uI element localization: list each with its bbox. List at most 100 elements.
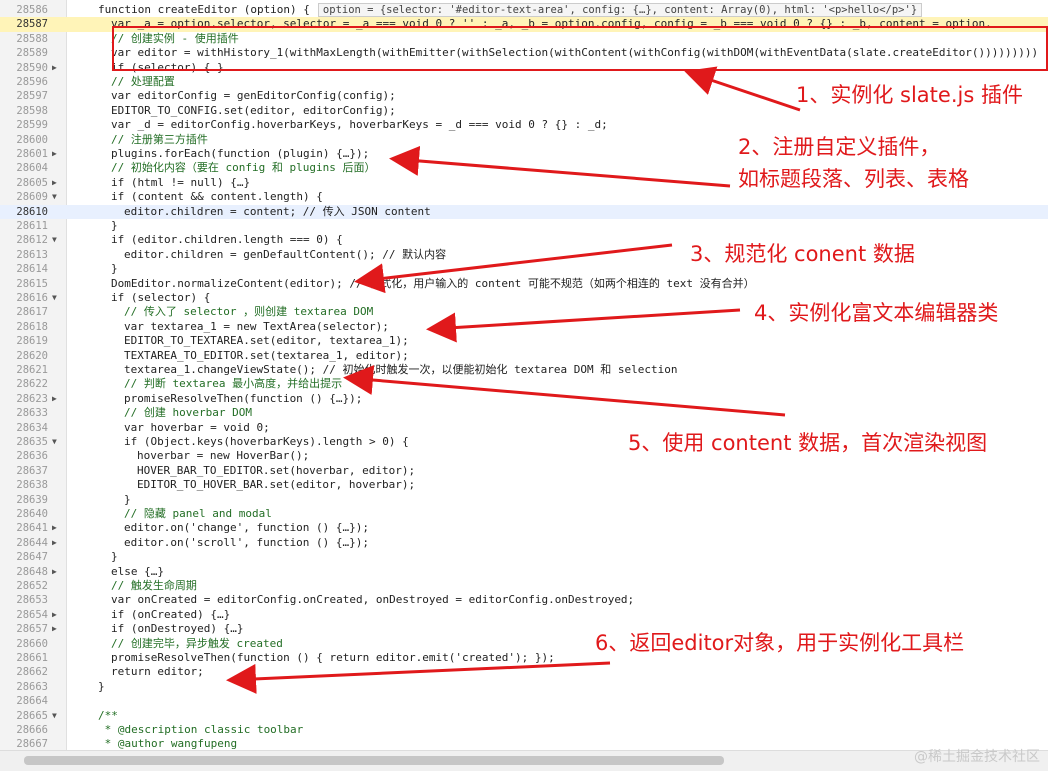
code-line[interactable]: 28617 // 传入了 selector ，则创建 textarea DOM xyxy=(0,305,1048,319)
code-line[interactable]: 28615 DomEditor.normalizeContent(editor);… xyxy=(0,277,1048,291)
code-line[interactable]: 28609 ▼ if (content && content.length) { xyxy=(0,190,1048,204)
collapse-fold-icon[interactable]: ▼ xyxy=(52,709,62,723)
line-number[interactable]: 28596 xyxy=(0,75,48,89)
line-number[interactable]: 28587 xyxy=(0,17,48,31)
line-number[interactable]: 28639 xyxy=(0,493,48,507)
code-line[interactable]: 28653 var onCreated = editorConfig.onCrea… xyxy=(0,593,1048,607)
code-line[interactable]: 28638 EDITOR_TO_HOVER_BAR.set(editor, hov… xyxy=(0,478,1048,492)
code-line[interactable]: 28623 ▶ promiseResolveThen(function () {…}… xyxy=(0,392,1048,406)
scrollbar-thumb[interactable] xyxy=(24,756,724,765)
line-number[interactable]: 28616 xyxy=(0,291,48,305)
code-line[interactable]: 28661 promiseResolveThen(function () { re… xyxy=(0,651,1048,665)
line-number[interactable]: 28615 xyxy=(0,277,48,291)
line-number[interactable]: 28619 xyxy=(0,334,48,348)
code-line[interactable]: 28587 var _a = option.selector, selector … xyxy=(0,17,1048,32)
line-number[interactable]: 28601 xyxy=(0,147,48,161)
expand-fold-icon[interactable]: ▶ xyxy=(52,392,62,406)
code-line[interactable]: 28647} xyxy=(0,550,1048,564)
code-line[interactable]: 28590 ▶ if (selector) {…} xyxy=(0,61,1048,75)
code-line[interactable]: 28612 ▼ if (editor.children.length === 0) … xyxy=(0,233,1048,247)
expand-fold-icon[interactable]: ▶ xyxy=(52,521,62,535)
code-line[interactable]: 28599 var _d = editorConfig.hoverbarKeys,… xyxy=(0,118,1048,132)
line-number[interactable]: 28640 xyxy=(0,507,48,521)
line-number[interactable]: 28590 xyxy=(0,61,48,75)
code-line[interactable]: 28614} xyxy=(0,262,1048,276)
expand-fold-icon[interactable]: ▶ xyxy=(52,147,62,161)
code-line[interactable]: 28622 // 判断 textarea 最小高度，并给出提示 xyxy=(0,377,1048,391)
line-number[interactable]: 28589 xyxy=(0,46,48,60)
code-line[interactable]: 28644 ▶ editor.on('scroll', function () {…… xyxy=(0,536,1048,550)
line-number[interactable]: 28621 xyxy=(0,363,48,377)
code-line[interactable]: 28598 EDITOR_TO_CONFIG.set(editor, editor… xyxy=(0,104,1048,118)
horizontal-scrollbar[interactable] xyxy=(0,750,1048,771)
code-line[interactable]: 28637 HOVER_BAR_TO_EDITOR.set(hoverbar, e… xyxy=(0,464,1048,478)
expand-fold-icon[interactable]: ▶ xyxy=(52,608,62,622)
line-number[interactable]: 28647 xyxy=(0,550,48,564)
line-number[interactable]: 28599 xyxy=(0,118,48,132)
line-number[interactable]: 28662 xyxy=(0,665,48,679)
code-line[interactable]: 28640 // 隐藏 panel and modal xyxy=(0,507,1048,521)
code-line[interactable]: 28620 TEXTAREA_TO_EDITOR.set(textarea_1, … xyxy=(0,349,1048,363)
code-line[interactable]: 28663} xyxy=(0,680,1048,694)
line-number[interactable]: 28613 xyxy=(0,248,48,262)
line-number[interactable]: 28623 xyxy=(0,392,48,406)
expand-fold-icon[interactable]: ▶ xyxy=(52,176,62,190)
code-line[interactable]: 28654 ▶ if (onCreated) {…} xyxy=(0,608,1048,622)
code-line[interactable]: 28667 * @author wangfupeng xyxy=(0,737,1048,750)
line-number[interactable]: 28665 xyxy=(0,709,48,723)
line-number[interactable]: 28652 xyxy=(0,579,48,593)
code-line[interactable]: 28662 return editor; xyxy=(0,665,1048,679)
code-line[interactable]: 28586 function createEditor (option) {opt… xyxy=(0,3,1048,17)
code-line[interactable]: 28604 // 初始化内容（要在 config 和 plugins 后面） xyxy=(0,161,1048,175)
code-line[interactable]: 28664 xyxy=(0,694,1048,708)
line-number[interactable]: 28657 xyxy=(0,622,48,636)
code-line[interactable]: 28613 editor.children = genDefaultContent… xyxy=(0,248,1048,262)
line-number[interactable]: 28620 xyxy=(0,349,48,363)
line-number[interactable]: 28604 xyxy=(0,161,48,175)
code-line[interactable]: 28635 ▼ if (Object.keys(hoverbarKeys).leng… xyxy=(0,435,1048,449)
code-line[interactable]: 28648 ▶ else {…} xyxy=(0,565,1048,579)
line-number[interactable]: 28611 xyxy=(0,219,48,233)
line-number[interactable]: 28610 xyxy=(0,205,48,219)
line-number[interactable]: 28641 xyxy=(0,521,48,535)
code-line[interactable]: 28596 // 处理配置 xyxy=(0,75,1048,89)
code-line[interactable]: 28605 ▶ if (html != null) {…} xyxy=(0,176,1048,190)
collapse-fold-icon[interactable]: ▼ xyxy=(52,190,62,204)
line-number[interactable]: 28634 xyxy=(0,421,48,435)
line-number[interactable]: 28663 xyxy=(0,680,48,694)
line-number[interactable]: 28638 xyxy=(0,478,48,492)
line-number[interactable]: 28612 xyxy=(0,233,48,247)
line-number[interactable]: 28605 xyxy=(0,176,48,190)
line-number[interactable]: 28622 xyxy=(0,377,48,391)
line-number[interactable]: 28586 xyxy=(0,3,48,17)
line-number[interactable]: 28635 xyxy=(0,435,48,449)
code-line[interactable]: 28619 EDITOR_TO_TEXTAREA.set(editor, text… xyxy=(0,334,1048,348)
code-line[interactable]: 28641 ▶ editor.on('change', function () {…… xyxy=(0,521,1048,535)
expand-fold-icon[interactable]: ▶ xyxy=(52,565,62,579)
line-number[interactable]: 28618 xyxy=(0,320,48,334)
line-number[interactable]: 28654 xyxy=(0,608,48,622)
line-number[interactable]: 28617 xyxy=(0,305,48,319)
line-number[interactable]: 28653 xyxy=(0,593,48,607)
code-line[interactable]: 28610 editor.children = content; // 传入 JS… xyxy=(0,204,1048,219)
line-number[interactable]: 28637 xyxy=(0,464,48,478)
code-line[interactable]: 28639} xyxy=(0,493,1048,507)
line-number[interactable]: 28588 xyxy=(0,32,48,46)
line-number[interactable]: 28648 xyxy=(0,565,48,579)
line-number[interactable]: 28598 xyxy=(0,104,48,118)
code-editor[interactable]: 28586 function createEditor (option) {opt… xyxy=(0,0,1048,750)
code-line[interactable]: 28616 ▼ if (selector) { xyxy=(0,291,1048,305)
collapse-fold-icon[interactable]: ▼ xyxy=(52,435,62,449)
expand-fold-icon[interactable]: ▶ xyxy=(52,622,62,636)
code-line[interactable]: 28652 // 触发生命周期 xyxy=(0,579,1048,593)
line-number[interactable]: 28597 xyxy=(0,89,48,103)
code-line[interactable]: 28657 ▶ if (onDestroyed) {…} xyxy=(0,622,1048,636)
code-line[interactable]: 28618 var textarea_1 = new TextArea(selec… xyxy=(0,320,1048,334)
code-line[interactable]: 28633 // 创建 hoverbar DOM xyxy=(0,406,1048,420)
line-number[interactable]: 28644 xyxy=(0,536,48,550)
code-line[interactable]: 28665 ▼ /** xyxy=(0,709,1048,723)
line-number[interactable]: 28636 xyxy=(0,449,48,463)
line-number[interactable]: 28600 xyxy=(0,133,48,147)
code-line[interactable]: 28660 // 创建完毕，异步触发 created xyxy=(0,637,1048,651)
code-line[interactable]: 28600 // 注册第三方插件 xyxy=(0,133,1048,147)
